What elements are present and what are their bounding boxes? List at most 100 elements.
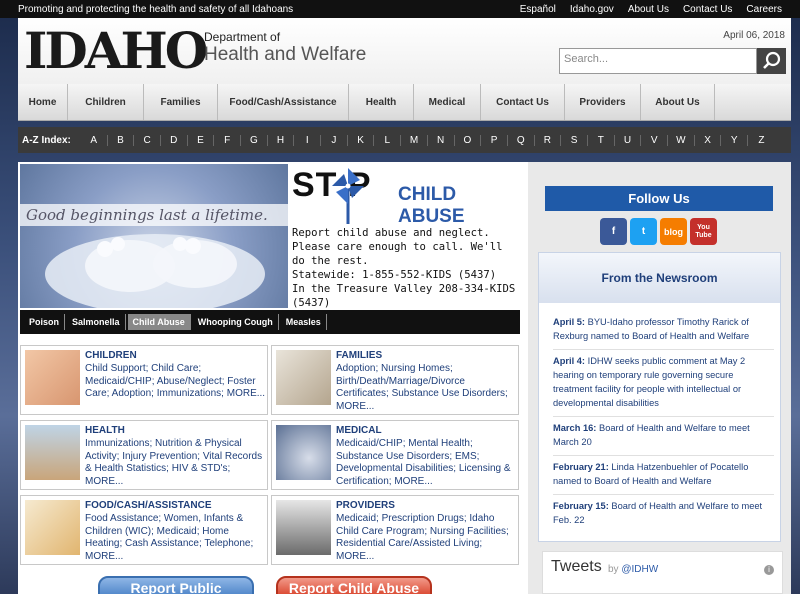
category-description[interactable]: Medicaid; Prescription Drugs; Idaho Chil… [336,513,518,563]
banner-tab-measles[interactable]: Measles [281,314,327,330]
link-idaho-gov[interactable]: Idaho.gov [570,4,614,15]
nav-food-cash-assistance[interactable]: Food/Cash/Assistance [218,84,349,120]
news-item[interactable]: April 5: BYU-Idaho professor Timothy Rar… [553,311,774,350]
category-description[interactable]: Adoption; Nursing Homes; Birth/Death/Mar… [336,363,518,413]
banner-message-line3: In the Treasure Valley 208-334-KIDS (543… [292,283,516,309]
category-providers[interactable]: PROVIDERS Medicaid; Prescription Drugs; … [271,495,519,565]
nav-about-us[interactable]: About Us [641,84,715,120]
nav-medical[interactable]: Medical [414,84,481,120]
category-title[interactable]: FOOD/CASH/ASSISTANCE [85,500,212,511]
category-description[interactable]: Medicaid/CHIP; Mental Health; Substance … [336,438,518,488]
news-item[interactable]: March 16: Board of Health and Welfare to… [553,417,774,456]
banner-tab-poison[interactable]: Poison [24,314,66,330]
nav-families[interactable]: Families [144,84,218,120]
link-careers[interactable]: Careers [746,4,782,15]
report-public-button[interactable]: Report Public [98,576,254,594]
stop-child-abuse-panel: ST P CHILD ABUSE Report child abuse and … [290,164,520,309]
banner-tab-whooping-cough[interactable]: Whooping Cough [193,314,279,330]
search-input[interactable]: Search... [559,48,757,74]
children-photo [25,350,80,405]
az-letter-v[interactable]: V [641,134,669,146]
search-button[interactable] [757,48,786,74]
facebook-icon[interactable]: f [600,218,627,245]
category-title[interactable]: FAMILIES [336,350,382,361]
twitter-handle-link[interactable]: @IDHW [621,564,658,575]
site-tagline: Promoting and protecting the health and … [18,3,294,15]
blog-icon[interactable]: blog [660,218,687,245]
az-letter-d[interactable]: D [161,134,188,146]
banner-tab-salmonella[interactable]: Salmonella [67,314,126,330]
az-letter-i[interactable]: I [294,134,322,146]
banner-tabs: Poison Salmonella Child Abuse Whooping C… [20,310,520,334]
category-title[interactable]: MEDICAL [336,425,382,436]
category-title[interactable]: HEALTH [85,425,125,436]
idaho-logo[interactable]: IDAHO [24,26,208,76]
az-letter-b[interactable]: B [108,134,135,146]
right-sidebar: Follow Us f t blog You Tube From the New… [528,162,791,594]
link-about-us[interactable]: About Us [628,4,669,15]
news-item[interactable]: February 21: Linda Hatzenbuehler of Poca… [553,456,774,495]
category-description[interactable]: Immunizations; Nutrition & Physical Acti… [85,438,267,488]
az-letter-j[interactable]: J [321,134,348,146]
az-letter-f[interactable]: F [214,134,242,146]
providers-photo [276,500,331,555]
twitter-icon[interactable]: t [630,218,657,245]
category-title[interactable]: CHILDREN [85,350,137,361]
category-families[interactable]: FAMILIES Adoption; Nursing Homes; Birth/… [271,345,519,415]
category-food-cash-assistance[interactable]: FOOD/CASH/ASSISTANCE Food Assistance; Wo… [20,495,268,565]
az-letter-s[interactable]: S [561,134,588,146]
az-letter-r[interactable]: R [535,134,562,146]
az-letter-m[interactable]: M [401,134,428,146]
nav-providers[interactable]: Providers [565,84,641,120]
banner-tab-child-abuse[interactable]: Child Abuse [127,314,191,330]
food-assistance-photo [25,500,80,555]
feature-banner[interactable]: Good beginnings last a lifetime. ST P CH… [20,164,520,334]
nav-contact-us[interactable]: Contact Us [481,84,565,120]
link-espanol[interactable]: Español [520,4,556,15]
az-letter-p[interactable]: P [481,134,508,146]
az-letter-e[interactable]: E [188,134,215,146]
category-children[interactable]: CHILDREN Child Support; Child Care; Medi… [20,345,268,415]
news-item[interactable]: April 4: IDHW seeks public comment at Ma… [553,350,774,417]
dept-name-line1: Department of [204,30,281,44]
youtube-icon[interactable]: You Tube [690,218,717,245]
news-item[interactable]: February 15: Board of Health and Welfare… [553,495,774,533]
main-navigation: Home Children Families Food/Cash/Assista… [18,84,791,121]
tweets-by: by @IDHW [608,564,659,575]
nav-health[interactable]: Health [349,84,414,120]
banner-tagline: Good beginnings last a lifetime. [20,204,288,226]
az-letter-z[interactable]: Z [748,135,775,146]
az-letter-l[interactable]: L [374,134,402,146]
main-content: Good beginnings last a lifetime. ST P CH… [18,162,791,594]
nav-home[interactable]: Home [18,84,68,120]
az-letter-q[interactable]: Q [508,134,535,146]
category-description[interactable]: Child Support; Child Care; Medicaid/CHIP… [85,363,267,401]
category-description[interactable]: Food Assistance; Women, Infants & Childr… [85,513,267,563]
banner-message-line1: Report child abuse and neglect. Please c… [292,227,503,267]
az-letter-k[interactable]: K [348,134,375,146]
az-letter-w[interactable]: W [668,134,695,146]
az-letter-y[interactable]: Y [721,134,749,146]
az-letter-h[interactable]: H [268,134,295,146]
az-letter-a[interactable]: A [81,134,108,146]
report-child-abuse-button[interactable]: Report Child Abuse [276,576,432,594]
nav-children[interactable]: Children [68,84,144,120]
health-photo [25,425,80,480]
az-index-label: A-Z Index: [22,134,71,146]
az-letter-t[interactable]: T [588,134,615,146]
az-letter-n[interactable]: N [428,134,455,146]
baby-feet-photo: Good beginnings last a lifetime. [20,164,288,308]
az-letter-x[interactable]: X [695,134,722,146]
az-letter-c[interactable]: C [134,134,161,146]
az-letter-u[interactable]: U [615,134,642,146]
category-medical[interactable]: MEDICAL Medicaid/CHIP; Mental Health; Su… [271,420,519,490]
az-letter-o[interactable]: O [455,134,482,146]
category-health[interactable]: HEALTH Immunizations; Nutrition & Physic… [20,420,268,490]
newsroom-title: From the Newsroom [539,253,780,303]
info-icon[interactable]: i [764,565,774,575]
category-title[interactable]: PROVIDERS [336,500,395,511]
az-letter-g[interactable]: G [241,134,268,146]
social-links: f t blog You Tube [600,218,717,245]
newsroom-panel: From the Newsroom April 5: BYU-Idaho pro… [538,252,781,542]
link-contact-us[interactable]: Contact Us [683,4,732,15]
